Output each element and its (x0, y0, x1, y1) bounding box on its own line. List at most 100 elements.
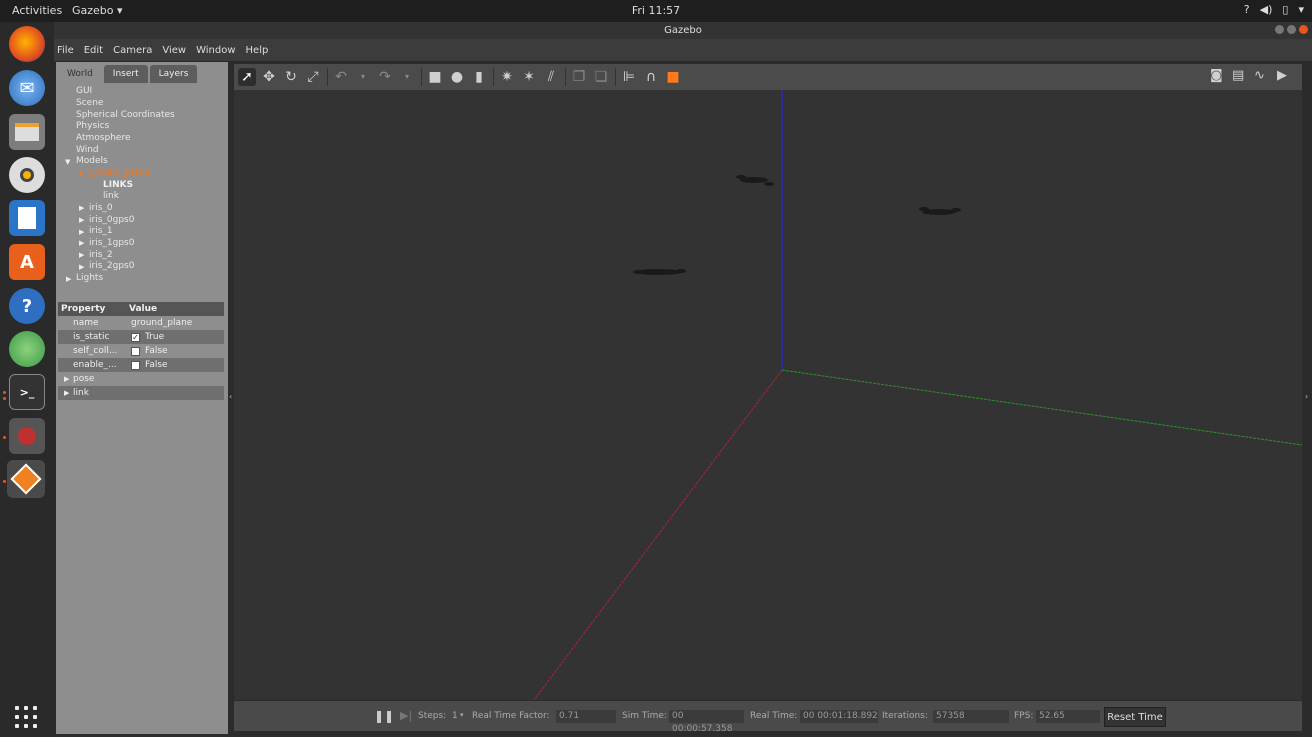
right-panel-handle[interactable]: › (1305, 392, 1309, 401)
copy-icon[interactable]: ❐ (570, 68, 588, 86)
property-row-enable-wind[interactable]: enable_... False (58, 358, 224, 372)
tree-item-scene[interactable]: Scene (76, 98, 103, 108)
expand-arrow-icon[interactable]: ▶ (64, 386, 69, 400)
maximize-icon[interactable] (1287, 25, 1296, 34)
tree-item-iris-2[interactable]: iris_2 (89, 250, 113, 260)
menu-file[interactable]: File (57, 45, 74, 56)
property-row-self-collide[interactable]: self_coll... False (58, 344, 224, 358)
window-controls[interactable] (1275, 25, 1308, 34)
app-icon[interactable] (9, 331, 45, 367)
sphere-icon[interactable]: ● (448, 68, 466, 86)
property-group-link[interactable]: ▶ link (58, 386, 224, 400)
orange-shape-icon[interactable]: ■ (664, 68, 682, 86)
help-icon[interactable]: ? (9, 288, 45, 324)
window-title-bar[interactable]: Gazebo (54, 22, 1312, 39)
tree-item-spherical-coordinates[interactable]: Spherical Coordinates (76, 110, 175, 120)
tab-layers[interactable]: Layers (149, 65, 198, 83)
expand-arrow-icon[interactable]: ▶ (66, 275, 71, 283)
tree-item-iris-1[interactable]: iris_1 (89, 226, 113, 236)
align-icon[interactable]: ⊫ (620, 68, 638, 86)
menu-help[interactable]: Help (246, 45, 269, 56)
translate-icon[interactable]: ✥ (260, 68, 278, 86)
tree-item-ground-plane[interactable]: ground_plane (89, 168, 150, 178)
tree-item-link[interactable]: link (103, 191, 119, 201)
menu-edit[interactable]: Edit (84, 45, 103, 56)
apps-grid-icon[interactable] (15, 706, 37, 728)
steps-dropdown-icon[interactable]: ▾ (460, 711, 464, 719)
tree-item-iris-0gps0[interactable]: iris_0gps0 (89, 215, 134, 225)
property-group-pose[interactable]: ▶ pose (58, 372, 224, 386)
spot-light-icon[interactable]: ✶ (520, 68, 538, 86)
step-icon[interactable]: ▶| (400, 709, 412, 722)
software-center-icon[interactable]: A (9, 244, 45, 280)
expand-arrow-icon[interactable]: ▶ (79, 239, 84, 247)
panel-splitter-handle[interactable]: ‹ (229, 392, 233, 401)
close-icon[interactable] (1299, 25, 1308, 34)
undo-history-icon[interactable]: ▾ (354, 68, 372, 86)
expand-arrow-icon[interactable]: ▼ (78, 170, 83, 178)
undo-icon[interactable]: ↶ (332, 68, 350, 86)
scene-viewport[interactable] (234, 90, 1302, 700)
menu-camera[interactable]: Camera (113, 45, 152, 56)
expand-arrow-icon[interactable]: ▶ (79, 263, 84, 271)
scale-icon[interactable]: ⤢ (304, 68, 322, 86)
question-icon[interactable]: ? (1244, 3, 1250, 16)
box-icon[interactable]: ■ (426, 68, 444, 86)
terminal-icon[interactable]: >_ (9, 374, 45, 410)
system-tray[interactable]: ? ◀) ▯ ▾ (1244, 3, 1304, 16)
expand-arrow-icon[interactable]: ▶ (79, 216, 84, 224)
redo-history-icon[interactable]: ▾ (398, 68, 416, 86)
tree-item-gui[interactable]: GUI (76, 86, 92, 96)
tree-item-wind[interactable]: Wind (76, 145, 99, 155)
tree-item-lights[interactable]: Lights (76, 273, 103, 283)
paste-icon[interactable]: ❏ (592, 68, 610, 86)
clock[interactable]: Fri 11:57 (0, 4, 1312, 17)
tree-item-physics[interactable]: Physics (76, 121, 109, 131)
reset-time-button[interactable]: Reset Time (1104, 707, 1166, 727)
tab-insert[interactable]: Insert (103, 65, 148, 83)
property-name-value[interactable]: ground_plane (131, 316, 192, 330)
minimize-icon[interactable] (1275, 25, 1284, 34)
redo-icon[interactable]: ↷ (376, 68, 394, 86)
cylinder-icon[interactable]: ▮ (470, 68, 488, 86)
menu-view[interactable]: View (162, 45, 186, 56)
property-row-name[interactable]: name ground_plane (58, 316, 224, 330)
writer-icon[interactable] (9, 200, 45, 236)
enable-wind-checkbox[interactable] (131, 361, 140, 370)
expand-arrow-icon[interactable]: ▶ (79, 204, 84, 212)
video-icon[interactable]: ▶ (1277, 68, 1287, 83)
expand-arrow-icon[interactable]: ▶ (79, 251, 84, 259)
expand-arrow-icon[interactable]: ▶ (79, 228, 84, 236)
files-icon[interactable] (9, 114, 45, 150)
is-static-checkbox[interactable]: ✓ (131, 333, 140, 342)
screenshot-icon[interactable]: ◙ (1210, 68, 1223, 83)
tree-item-iris-1gps0[interactable]: iris_1gps0 (89, 238, 134, 248)
battery-icon[interactable]: ▯ (1282, 3, 1288, 16)
expand-arrow-icon[interactable]: ▶ (64, 372, 69, 386)
gazebo-icon[interactable] (7, 460, 45, 498)
self-collide-checkbox[interactable] (131, 347, 140, 356)
tab-world[interactable]: World (58, 65, 102, 83)
chevron-down-icon[interactable]: ▾ (1298, 3, 1304, 16)
pause-icon[interactable]: ❚❚ (374, 709, 394, 723)
steps-value[interactable]: 1 (452, 711, 458, 721)
firefox-icon[interactable] (9, 26, 45, 62)
select-arrow-icon[interactable]: ➚ (238, 68, 256, 86)
rhythmbox-icon[interactable] (9, 157, 45, 193)
volume-icon[interactable]: ◀) (1260, 3, 1273, 16)
tree-item-models[interactable]: Models (76, 156, 108, 166)
snap-icon[interactable]: ∩ (642, 68, 660, 86)
property-row-is-static[interactable]: is_static ✓ True (58, 330, 224, 344)
expand-arrow-icon[interactable]: ▼ (65, 158, 70, 166)
rotate-icon[interactable]: ↻ (282, 68, 300, 86)
tree-item-iris-0[interactable]: iris_0 (89, 203, 113, 213)
point-light-icon[interactable]: ✷ (498, 68, 516, 86)
tree-item-iris-2gps0[interactable]: iris_2gps0 (89, 261, 134, 271)
tree-item-atmosphere[interactable]: Atmosphere (76, 133, 130, 143)
log-icon[interactable]: ▤ (1232, 68, 1244, 83)
app-red-icon[interactable] (9, 418, 45, 454)
thunderbird-icon[interactable]: ✉ (9, 70, 45, 106)
directional-light-icon[interactable]: ⫽ (542, 68, 560, 86)
plot-icon[interactable]: ∿ (1254, 68, 1265, 83)
menu-window[interactable]: Window (196, 45, 235, 56)
